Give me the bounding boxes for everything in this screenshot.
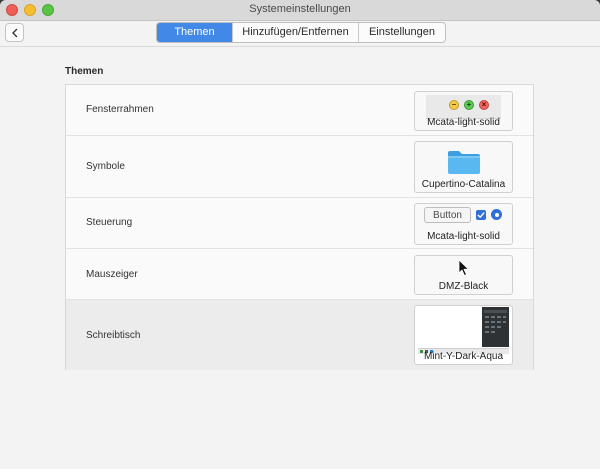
theme-row-cursor: Mauszeiger DMZ-Black [66,249,533,300]
theme-row-label: Fensterrahmen [86,104,154,115]
theme-row-icons: Symbole Cupertino-Catalina [66,136,533,198]
radio-selected-icon [491,209,502,220]
menu-panel-preview [482,307,509,347]
mouse-cursor-icon [458,259,469,276]
tab-hinzufuegen-entfernen[interactable]: Hinzufügen/Entfernen [233,23,359,42]
theme-row-label: Mauszeiger [86,269,138,280]
minimize-icon: – [449,100,459,110]
preview-button-sample: Button [424,207,471,223]
settings-window: Systemeinstellungen Themen Hinzufügen/En… [0,0,600,469]
folder-icon [448,151,480,174]
theme-value: DMZ-Black [438,281,489,292]
theme-row-desktop: Schreibtisch Mint-Y-Dark-Aqua [66,300,533,370]
toolbar-divider [0,46,600,47]
theme-row-window-borders: Fensterrahmen – + × Mcata-light-solid [66,85,533,136]
tab-bar: Themen Hinzufügen/Entfernen Einstellunge… [156,22,446,43]
close-icon: × [479,100,489,110]
theme-row-label: Steuerung [86,217,133,228]
controls-theme-button[interactable]: Button Mcata-light-solid [414,203,513,245]
section-title: Themen [65,66,104,77]
theme-value: Cupertino-Catalina [421,179,506,190]
desktop-preview [418,307,509,354]
window-controls-preview: – + × [426,95,501,119]
desktop-theme-button[interactable]: Mint-Y-Dark-Aqua [414,305,513,365]
theme-value: Mint-Y-Dark-Aqua [423,351,504,362]
window-borders-theme-button[interactable]: – + × Mcata-light-solid [414,91,513,131]
chevron-left-icon [11,28,17,37]
icons-theme-button[interactable]: Cupertino-Catalina [414,141,513,193]
toolbar: Themen Hinzufügen/Entfernen Einstellunge… [0,21,600,45]
tab-einstellungen[interactable]: Einstellungen [359,23,445,42]
title-bar[interactable]: Systemeinstellungen [0,0,600,21]
back-button[interactable] [5,23,24,42]
themes-list: Fensterrahmen – + × Mcata-light-solid Sy… [65,84,534,370]
theme-row-label: Schreibtisch [86,330,141,341]
maximize-icon: + [464,100,474,110]
checkbox-checked-icon [476,210,486,220]
theme-row-controls: Steuerung Button Mcata-light-solid [66,198,533,249]
cursor-theme-button[interactable]: DMZ-Black [414,255,513,295]
tab-themen[interactable]: Themen [157,23,233,42]
window-title: Systemeinstellungen [249,3,351,15]
theme-row-label: Symbole [86,161,125,172]
theme-value: Mcata-light-solid [427,117,500,128]
theme-value: Mcata-light-solid [427,231,500,242]
